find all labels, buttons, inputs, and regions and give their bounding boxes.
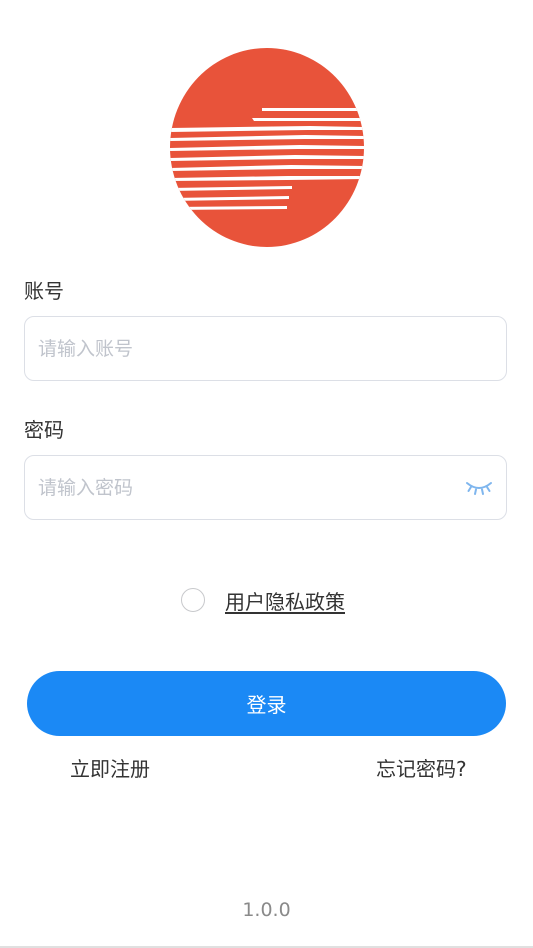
account-input[interactable] (38, 317, 458, 380)
password-visibility-toggle[interactable] (465, 476, 493, 498)
password-label: 密码 (24, 418, 64, 442)
register-link[interactable]: 立即注册 (70, 757, 150, 781)
app-version: 1.0.0 (242, 899, 291, 921)
app-logo (170, 48, 364, 247)
password-input-box (24, 455, 507, 520)
privacy-agree-radio[interactable] (181, 588, 205, 612)
forgot-password-link[interactable]: 忘记密码? (376, 757, 467, 781)
sun-logo-icon (170, 48, 364, 247)
account-input-box (24, 316, 507, 381)
privacy-policy-link[interactable]: 用户隐私政策 (225, 586, 345, 615)
eye-closed-icon (466, 482, 492, 495)
password-input[interactable] (38, 456, 458, 519)
account-label: 账号 (24, 279, 64, 303)
privacy-agreement-row: 用户隐私政策 (181, 586, 345, 614)
login-button[interactable]: 登录 (27, 671, 506, 736)
